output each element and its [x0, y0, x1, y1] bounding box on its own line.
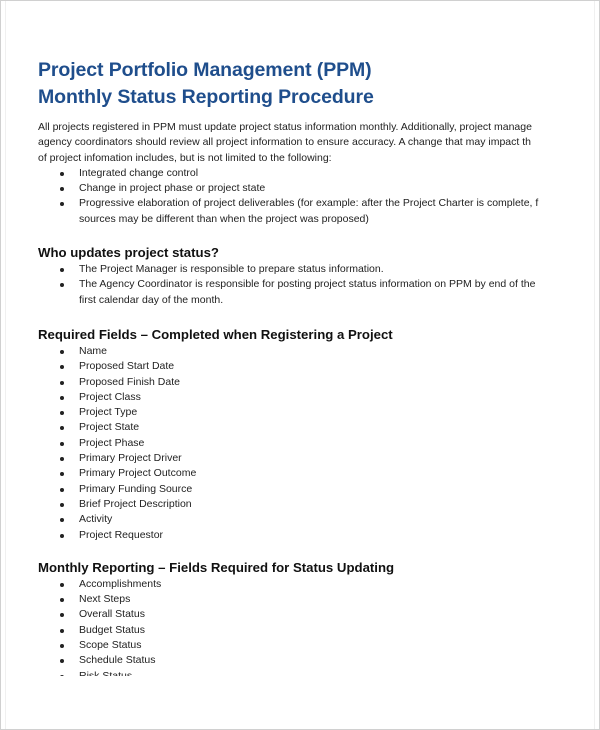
bullet-icon: [60, 365, 64, 370]
list-item-text: Name: [79, 344, 108, 357]
list-item-text: Primary Project Outcome: [79, 467, 197, 480]
bullet-icon: [60, 202, 64, 207]
list-item: Budget Status: [38, 623, 598, 638]
section-heading-required-fields: Required Fields – Completed when Registe…: [38, 326, 393, 342]
section-heading-who-updates: Who updates project status?: [38, 245, 219, 261]
bullet-icon: [60, 171, 64, 176]
list-item-text: Integrated change control: [79, 166, 199, 179]
bullet-icon: [60, 268, 64, 273]
bullet-icon: [60, 628, 64, 633]
bullet-icon: [60, 659, 64, 664]
intro-line: of project infomation includes, but is n…: [38, 151, 332, 164]
list-item: Project Phase: [38, 436, 598, 451]
list-item: Schedule Status: [38, 653, 598, 668]
bullet-icon: [60, 457, 64, 462]
list-item-text: first calendar day of the month.: [79, 293, 224, 306]
document-page: Project Portfolio Management (PPM) Month…: [0, 0, 600, 730]
list-item-text: Risk Status: [79, 669, 133, 676]
bullet-icon: [60, 613, 64, 618]
list-item: Progressive elaboration of project deliv…: [38, 196, 598, 227]
list-item-text: Project Phase: [79, 436, 145, 449]
list-item: Project Requestor: [38, 528, 598, 543]
bullet-icon: [60, 395, 64, 400]
list-item-text: Next Steps: [79, 593, 131, 606]
list-item-text: Proposed Start Date: [79, 360, 175, 373]
bullet-icon: [60, 426, 64, 431]
list-item-text: Project Class: [79, 390, 141, 403]
bullet-icon: [60, 674, 64, 676]
bullet-icon: [60, 283, 64, 288]
list-item: Proposed Start Date: [38, 359, 598, 374]
list-item-text: Progressive elaboration of project deliv…: [79, 197, 539, 210]
list-item-text: Primary Project Driver: [79, 452, 182, 465]
list-item: Proposed Finish Date: [38, 375, 598, 390]
bullet-icon: [60, 349, 64, 354]
list-item-text: Schedule Status: [79, 654, 156, 667]
bullet-icon: [60, 187, 64, 192]
list-item: Primary Funding Source: [38, 482, 598, 497]
list-item: Scope Status: [38, 638, 598, 653]
list-item: Accomplishments: [38, 577, 598, 592]
monthly-reporting-list: Accomplishments Next Steps Overall Statu…: [38, 577, 598, 676]
list-item-text: Accomplishments: [79, 577, 162, 590]
list-item: The Agency Coordinator is responsible fo…: [38, 277, 598, 308]
intro-bullet-list: Integrated change control Change in proj…: [38, 166, 598, 227]
who-updates-list: The Project Manager is responsible to pr…: [38, 262, 598, 308]
list-item-text: Activity: [79, 513, 113, 526]
list-item: Overall Status: [38, 607, 598, 622]
list-item-text: Change in project phase or project state: [79, 182, 266, 195]
bullet-icon: [60, 441, 64, 446]
list-item-text: The Agency Coordinator is responsible fo…: [79, 278, 536, 291]
bullet-icon: [60, 582, 64, 587]
list-item-text: Scope Status: [79, 639, 142, 652]
intro-line: All projects registered in PPM must upda…: [38, 121, 532, 133]
list-item-text: Budget Status: [79, 623, 145, 636]
list-item: The Project Manager is responsible to pr…: [38, 262, 598, 277]
list-item-text: Primary Funding Source: [79, 482, 193, 495]
required-fields-list: Name Proposed Start Date Proposed Finish…: [38, 344, 598, 543]
intro-paragraph: All projects registered in PPM must upda…: [38, 120, 598, 166]
bullet-icon: [60, 472, 64, 477]
list-item: Primary Project Driver: [38, 451, 598, 466]
list-item: Brief Project Description: [38, 497, 598, 512]
list-item-text: Brief Project Description: [79, 497, 192, 510]
list-item-text: Project Requestor: [79, 528, 164, 541]
bullet-icon: [60, 533, 64, 538]
list-item-text: Project Type: [79, 406, 138, 419]
list-item: Primary Project Outcome: [38, 466, 598, 481]
intro-line: agency coordinators should review all pr…: [38, 136, 531, 149]
list-item: Activity: [38, 512, 598, 527]
list-item-text: Overall Status: [79, 608, 145, 621]
list-item: Project State: [38, 420, 598, 435]
list-item: Change in project phase or project state: [38, 181, 598, 196]
bullet-icon: [60, 380, 64, 385]
title-line-2: Monthly Status Reporting Procedure: [38, 86, 374, 108]
section-heading-monthly-reporting: Monthly Reporting – Fields Required for …: [38, 559, 395, 575]
list-item-text: Project State: [79, 421, 140, 434]
list-item-cut-off: Risk Status: [38, 669, 598, 676]
bullet-icon: [60, 411, 64, 416]
document-content: Project Portfolio Management (PPM) Month…: [38, 57, 598, 676]
list-item: Next Steps: [38, 592, 598, 607]
title-line-1: Project Portfolio Management (PPM): [38, 59, 372, 81]
list-item: Integrated change control: [38, 166, 598, 181]
bullet-icon: [60, 518, 64, 523]
bullet-icon: [60, 502, 64, 507]
bullet-icon: [60, 644, 64, 649]
page-edge-left: [5, 1, 6, 729]
list-item-text: sources may be different than when the p…: [79, 212, 369, 225]
list-item: Project Class: [38, 390, 598, 405]
bullet-icon: [60, 487, 64, 492]
list-item: Project Type: [38, 405, 598, 420]
list-item: Name: [38, 344, 598, 359]
list-item-text: The Project Manager is responsible to pr…: [79, 263, 384, 276]
bullet-icon: [60, 598, 64, 603]
document-title: Project Portfolio Management (PPM) Month…: [38, 57, 598, 111]
list-item-text: Proposed Finish Date: [79, 375, 180, 388]
